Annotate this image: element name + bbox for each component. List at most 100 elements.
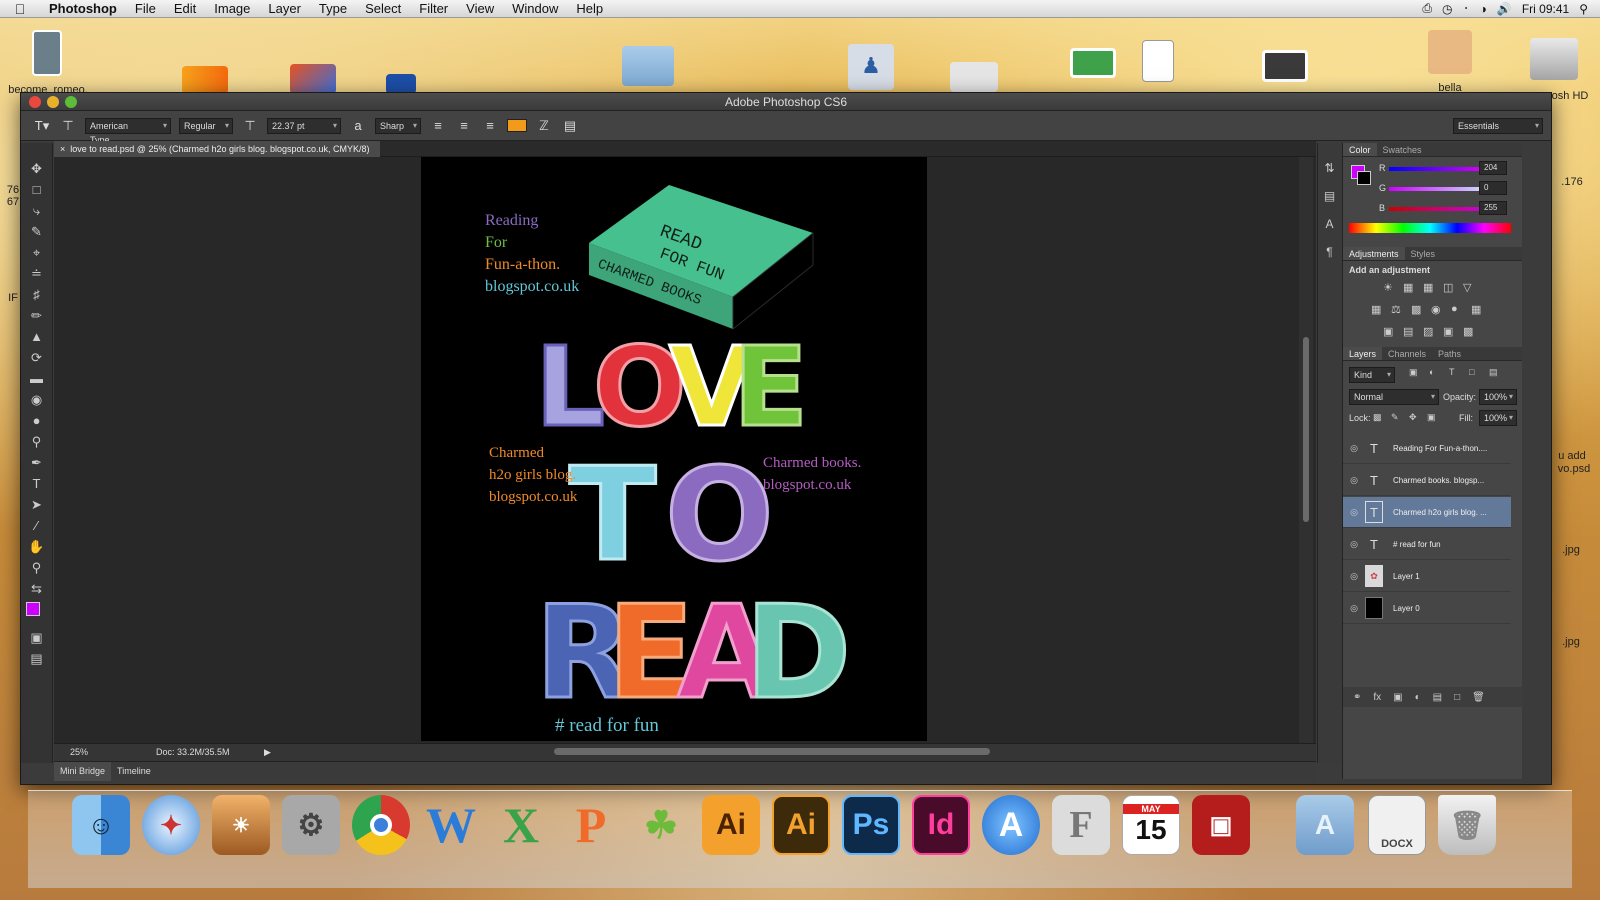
blend-mode-select[interactable]: Normal [1349, 389, 1439, 405]
visibility-eye-icon[interactable]: ◎ [1343, 603, 1365, 614]
history-brush-icon[interactable]: ⟳ [31, 350, 42, 365]
tab-styles[interactable]: Styles [1405, 247, 1442, 260]
text-orientation-icon[interactable]: ⊤ [59, 118, 77, 134]
trash-icon[interactable]: 🗑 [1438, 795, 1496, 855]
quick-mask-icon[interactable]: ▣ [30, 630, 42, 645]
visibility-eye-icon[interactable]: ◎ [1343, 475, 1365, 486]
filter-smart-icon[interactable]: ▤ [1489, 367, 1498, 378]
app-store-icon[interactable]: A [982, 795, 1040, 855]
layer-name[interactable]: Layer 1 [1393, 572, 1420, 581]
foreground-color[interactable] [25, 602, 40, 616]
dodge-tool-icon[interactable]: ⚲ [32, 434, 42, 449]
crop-tool-icon[interactable]: ⌖ [33, 245, 40, 260]
printer-icon[interactable]: ⎙ [1422, 1, 1432, 16]
selective-color-icon[interactable]: ▩ [1463, 325, 1473, 338]
menu-help[interactable]: Help [567, 1, 612, 16]
levels-icon[interactable]: ▦ [1403, 281, 1413, 294]
menu-image[interactable]: Image [205, 1, 259, 16]
menu-view[interactable]: View [457, 1, 503, 16]
curves-icon[interactable]: ▦ [1423, 281, 1433, 294]
layer-row[interactable]: ◎ T Charmed books. blogsp... [1343, 465, 1511, 496]
zoom-level[interactable]: 25% [70, 744, 88, 760]
bluetooth-icon[interactable]: ᛫ [1462, 2, 1469, 16]
layer-row[interactable]: ◎ ✿ Layer 1 [1343, 561, 1511, 592]
hard-drive-icon[interactable] [1530, 38, 1578, 80]
character-panel-icon[interactable]: ▤ [561, 118, 579, 134]
tab-layers[interactable]: Layers [1343, 347, 1383, 360]
tab-paths[interactable]: Paths [1432, 347, 1467, 360]
filter-pixel-icon[interactable]: ▣ [1409, 367, 1418, 378]
spotlight-icon[interactable]: ⚲ [1579, 2, 1588, 16]
color-background-swatch[interactable] [1357, 171, 1371, 185]
black-white-icon[interactable]: ▩ [1411, 303, 1421, 316]
gradient-map-icon[interactable]: ▣ [1443, 325, 1453, 338]
visibility-eye-icon[interactable]: ◎ [1343, 507, 1365, 518]
lock-pixels-icon[interactable]: ✎ [1391, 412, 1399, 423]
iphoto-icon[interactable]: ☀ [212, 795, 270, 855]
layer-row[interactable]: ◎ T Reading For Fun-a-thon.... [1343, 433, 1511, 464]
menu-type[interactable]: Type [310, 1, 356, 16]
desktop-device-icon[interactable] [1262, 50, 1308, 82]
clock[interactable]: Fri 09:41 [1522, 2, 1569, 16]
filter-adjustment-icon[interactable]: ◐ [1429, 367, 1434, 377]
font-size-select[interactable]: 22.37 pt [267, 117, 341, 134]
photo-booth-icon[interactable]: ▣ [1192, 795, 1250, 855]
warp-text-icon[interactable]: ℤ [535, 118, 553, 134]
tab-channels[interactable]: Channels [1382, 347, 1432, 360]
channel-g-value[interactable]: 0 [1479, 181, 1507, 195]
screen-mode-icon[interactable]: ▤ [30, 651, 42, 666]
type-tool-icon[interactable]: T [33, 476, 41, 491]
history-panel-icon[interactable]: ⇅ [1324, 161, 1334, 175]
brush-tool-icon[interactable]: ✏ [31, 308, 42, 323]
finder-icon[interactable]: ☺ [72, 795, 130, 855]
zoom-button[interactable] [65, 96, 77, 108]
time-machine-icon[interactable]: ◷ [1442, 2, 1452, 16]
stamp-tool-icon[interactable]: ▲ [30, 329, 43, 344]
layer-row[interactable]: ◎ Layer 0 [1343, 593, 1511, 624]
paragraph-panel-icon[interactable]: ¶ [1326, 245, 1332, 259]
canvas-area[interactable]: Reading For Fun-a-thon. blogspot.co.uk R… [54, 157, 1316, 743]
excel-icon[interactable]: X [492, 795, 550, 855]
desktop-app-icon[interactable] [1070, 48, 1116, 78]
horizontal-scroll-thumb[interactable] [554, 748, 990, 755]
swap-colors-icon[interactable]: ⇆ [31, 581, 42, 596]
layer-style-icon[interactable]: fx [1373, 692, 1381, 703]
document-canvas[interactable]: Reading For Fun-a-thon. blogspot.co.uk R… [421, 157, 927, 741]
healing-tool-icon[interactable]: ♯ [33, 287, 40, 302]
desktop-image-icon[interactable] [290, 64, 336, 94]
posterize-icon[interactable]: ▤ [1403, 325, 1413, 338]
chrome-icon[interactable] [352, 795, 410, 855]
layer-name[interactable]: Charmed books. blogsp... [1393, 476, 1484, 485]
hue-saturation-icon[interactable]: ▦ [1371, 303, 1381, 316]
tab-color[interactable]: Color [1343, 143, 1377, 156]
delete-layer-icon[interactable]: 🗑 [1472, 692, 1485, 703]
opacity-input[interactable]: 100% [1479, 389, 1517, 405]
align-center-icon[interactable]: ≡ [455, 118, 473, 133]
close-tab-icon[interactable]: × [60, 144, 70, 154]
illustrator-icon[interactable]: Ai [702, 795, 760, 855]
lock-transparency-icon[interactable]: ▩ [1373, 412, 1382, 423]
lock-all-icon[interactable]: ▣ [1427, 412, 1436, 423]
tab-adjustments[interactable]: Adjustments [1343, 247, 1405, 260]
system-preferences-icon[interactable]: ⚙ [282, 795, 340, 855]
paint-bucket-icon[interactable]: ◉ [31, 392, 42, 407]
channel-b-value[interactable]: 255 [1479, 201, 1507, 215]
vertical-scroll-thumb[interactable] [1303, 337, 1309, 522]
desktop-doc-icon[interactable] [1142, 40, 1174, 82]
add-mask-icon[interactable]: ▣ [1393, 692, 1402, 703]
font-book-icon[interactable]: F [1052, 795, 1110, 855]
tab-timeline[interactable]: Timeline [111, 762, 157, 781]
status-menu-arrow-icon[interactable]: ▶ [264, 744, 271, 760]
layer-filter-select[interactable]: Kind [1349, 367, 1395, 383]
status-doc-size[interactable]: Doc: 33.2M/35.5M [156, 744, 230, 760]
desktop-folder-icon[interactable] [622, 46, 674, 86]
threshold-icon[interactable]: ▨ [1423, 325, 1433, 338]
menu-select[interactable]: Select [356, 1, 410, 16]
move-tool-icon[interactable]: ✥ [31, 161, 42, 176]
photo-filter-icon[interactable]: ◉ [1431, 303, 1441, 316]
desktop-image-icon[interactable] [950, 62, 998, 92]
path-select-icon[interactable]: ➤ [31, 497, 42, 512]
eyedropper-tool-icon[interactable]: ≐ [31, 266, 42, 281]
character-panel-icon[interactable]: A [1325, 217, 1333, 231]
channel-mixer-icon[interactable]: ● [1451, 303, 1458, 315]
